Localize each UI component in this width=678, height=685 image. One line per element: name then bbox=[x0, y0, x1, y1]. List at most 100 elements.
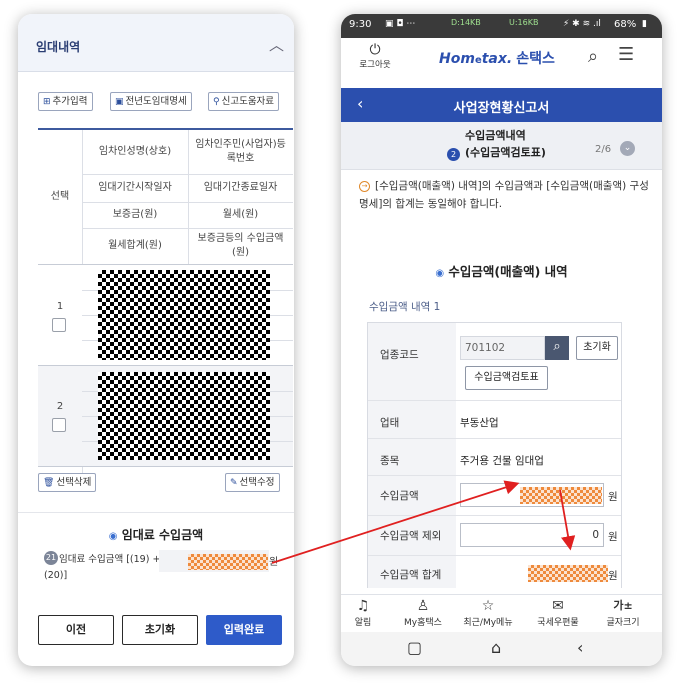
header-lease-end: 임대기간종료일자 bbox=[203, 181, 278, 193]
logo-part-c: 손택스 bbox=[516, 51, 555, 67]
row-1-checkbox[interactable] bbox=[52, 318, 66, 332]
edit-selected-label: 선택수정 bbox=[239, 477, 275, 488]
search-icon[interactable]: ⌕ bbox=[588, 46, 598, 67]
step-title-line1: 수입금액내역 bbox=[465, 129, 526, 142]
status-icons: ▣ ◘ ⋯ bbox=[385, 19, 416, 29]
income-form: 업종코드 701102 ⌕ 초기화 수입금액검토표 업태 부동산업 종목 주거용… bbox=[367, 322, 622, 588]
status-time: 9:30 bbox=[349, 19, 372, 30]
prev-year-lease-button[interactable]: ▣ 전년도임대명세 bbox=[110, 92, 192, 111]
delete-selected-button[interactable]: 🗑 선택삭제 bbox=[38, 473, 97, 492]
status-upload: U:16KB bbox=[509, 18, 539, 27]
business-type-value: 부동산업 bbox=[460, 417, 499, 429]
mail-icon: ✉ bbox=[552, 598, 564, 614]
star-icon: ☆ bbox=[481, 598, 495, 614]
divider bbox=[38, 466, 293, 467]
business-item-label: 종목 bbox=[380, 455, 400, 467]
bell-icon: ♫ bbox=[356, 598, 370, 614]
nav-label: 글자크기 bbox=[606, 618, 640, 628]
logo-part-e: e bbox=[474, 55, 482, 66]
prev-button[interactable]: 이전 bbox=[38, 615, 114, 645]
bottom-navigation: ♫ 알림 ♙ My홈택스 ☆ 최근/My메뉴 ✉ 국세우편물 가± 글자크기 bbox=[341, 594, 662, 632]
rental-income-title-text: 임대료 수입금액 bbox=[121, 528, 204, 542]
won-unit: 원 bbox=[608, 531, 618, 543]
logout-button[interactable]: ⏻ 로그아웃 bbox=[355, 42, 395, 70]
income-subtitle: 수입금액 내역 1 bbox=[369, 301, 441, 313]
rental-income-title: ◉ 임대료 수입금액 bbox=[18, 526, 294, 543]
step-indicator[interactable]: 2 수입금액내역 (수입금액검토표) 2/6 ⌄ bbox=[341, 122, 662, 170]
section-header[interactable]: 임대내역 ︿ bbox=[18, 14, 294, 72]
battery-icon: ▮ bbox=[642, 19, 647, 29]
redacted-income-total bbox=[528, 565, 608, 582]
add-entry-button[interactable]: ⊞ 추가입력 bbox=[38, 92, 93, 111]
status-download: D:14KB bbox=[451, 18, 481, 27]
row-number: 1 bbox=[56, 300, 64, 312]
page-title: 사업장현황신고서 bbox=[453, 101, 550, 116]
income-exclusion-input[interactable]: 0 bbox=[460, 523, 604, 547]
nav-label: 국세우편물 bbox=[537, 618, 579, 628]
chevron-down-icon[interactable]: ⌄ bbox=[620, 141, 635, 156]
step-progress: 2/6 bbox=[595, 144, 612, 155]
nav-item-recent-menu[interactable]: ☆ 최근/My메뉴 bbox=[458, 597, 518, 628]
battery-level: 68% bbox=[614, 19, 637, 30]
document-icon: ▣ bbox=[115, 97, 124, 107]
divider bbox=[368, 400, 621, 401]
page-title-bar: ‹ 사업장현황신고서 bbox=[341, 88, 662, 122]
hometax-logo[interactable]: Hometax. 손택스 bbox=[439, 48, 555, 68]
search-icon[interactable]: ⌕ bbox=[545, 336, 569, 360]
nav-item-alerts[interactable]: ♫ 알림 bbox=[341, 597, 393, 628]
status-bar: 9:30 ▣ ◘ ⋯ D:14KB U:16KB ⚡ ✱ ≋ .ıl 68% ▮ bbox=[341, 14, 662, 38]
back-icon[interactable]: ‹ bbox=[577, 638, 583, 657]
business-type-label: 업태 bbox=[380, 417, 400, 429]
prev-year-label: 전년도임대명세 bbox=[125, 96, 187, 107]
row-number: 2 bbox=[56, 400, 64, 412]
menu-icon[interactable]: ☰ bbox=[618, 44, 634, 65]
industry-code-label: 업종코드 bbox=[380, 349, 419, 361]
recent-apps-icon[interactable]: ▢ bbox=[407, 638, 422, 657]
power-icon: ⏻ bbox=[369, 42, 381, 58]
search-icon: ⚲ bbox=[213, 97, 220, 107]
redacted-row-1 bbox=[98, 270, 270, 360]
person-icon: ♙ bbox=[416, 598, 430, 614]
signal-icons: ⚡ ✱ ≋ .ıl bbox=[563, 19, 601, 29]
submit-button[interactable]: 입력완료 bbox=[206, 615, 282, 645]
chevron-up-icon[interactable]: ︿ bbox=[269, 34, 284, 55]
industry-code-input[interactable]: 701102 bbox=[460, 336, 545, 360]
nav-item-tax-mail[interactable]: ✉ 국세우편물 bbox=[528, 597, 588, 628]
row-2-checkbox[interactable] bbox=[52, 418, 66, 432]
rental-income-label: 임대료 수입금액 [(19) + (20)] bbox=[44, 554, 161, 581]
system-navigation-bar: ▢ ⌂ ‹ bbox=[341, 632, 662, 666]
notice-icon: → bbox=[359, 181, 370, 192]
header-deposit: 보증금(원) bbox=[112, 208, 158, 220]
header-rent-total: 월세합계(원) bbox=[108, 239, 162, 251]
income-label: 수입금액 bbox=[380, 490, 419, 502]
divider bbox=[368, 475, 621, 476]
nav-item-my-hometax[interactable]: ♙ My홈택스 bbox=[393, 597, 453, 628]
redacted-row-2 bbox=[98, 372, 270, 460]
divider bbox=[368, 515, 621, 516]
right-phone-hometax: 9:30 ▣ ◘ ⋯ D:14KB U:16KB ⚡ ✱ ≋ .ıl 68% ▮… bbox=[341, 14, 662, 666]
won-unit: 원 bbox=[608, 570, 618, 582]
industry-reset-button[interactable]: 초기화 bbox=[576, 336, 618, 360]
nav-label: My홈택스 bbox=[404, 618, 442, 628]
divider bbox=[368, 555, 621, 556]
reset-button[interactable]: 초기화 bbox=[122, 615, 198, 645]
font-size-icon: 가± bbox=[613, 599, 633, 612]
business-item-value: 주거용 건물 임대업 bbox=[460, 455, 544, 467]
logout-label: 로그아웃 bbox=[359, 60, 391, 70]
help-data-button[interactable]: ⚲ 신고도움자료 bbox=[208, 92, 280, 111]
edit-icon: ✎ bbox=[230, 478, 238, 488]
add-icon: ⊞ bbox=[43, 97, 51, 107]
home-icon[interactable]: ⌂ bbox=[491, 638, 501, 657]
nav-item-font-size[interactable]: 가± 글자크기 bbox=[593, 597, 653, 628]
bullet-icon: ◉ bbox=[108, 531, 118, 542]
select-column-header: 선택 bbox=[50, 190, 70, 202]
income-review-button[interactable]: 수입금액검토표 bbox=[465, 366, 548, 390]
trash-icon: 🗑 bbox=[43, 478, 55, 488]
redacted-income bbox=[520, 487, 602, 504]
edit-selected-button[interactable]: ✎ 선택수정 bbox=[225, 473, 280, 492]
logo-part-a: Hom bbox=[439, 51, 475, 67]
header-deposit-income: 보증금등의 수입금액(원) bbox=[197, 232, 284, 259]
step-title: 수입금액내역 (수입금액검토표) bbox=[465, 128, 546, 161]
logo-part-b: tax. bbox=[481, 51, 513, 67]
income-section-title-text: 수입금액(매출액) 내역 bbox=[448, 264, 568, 279]
